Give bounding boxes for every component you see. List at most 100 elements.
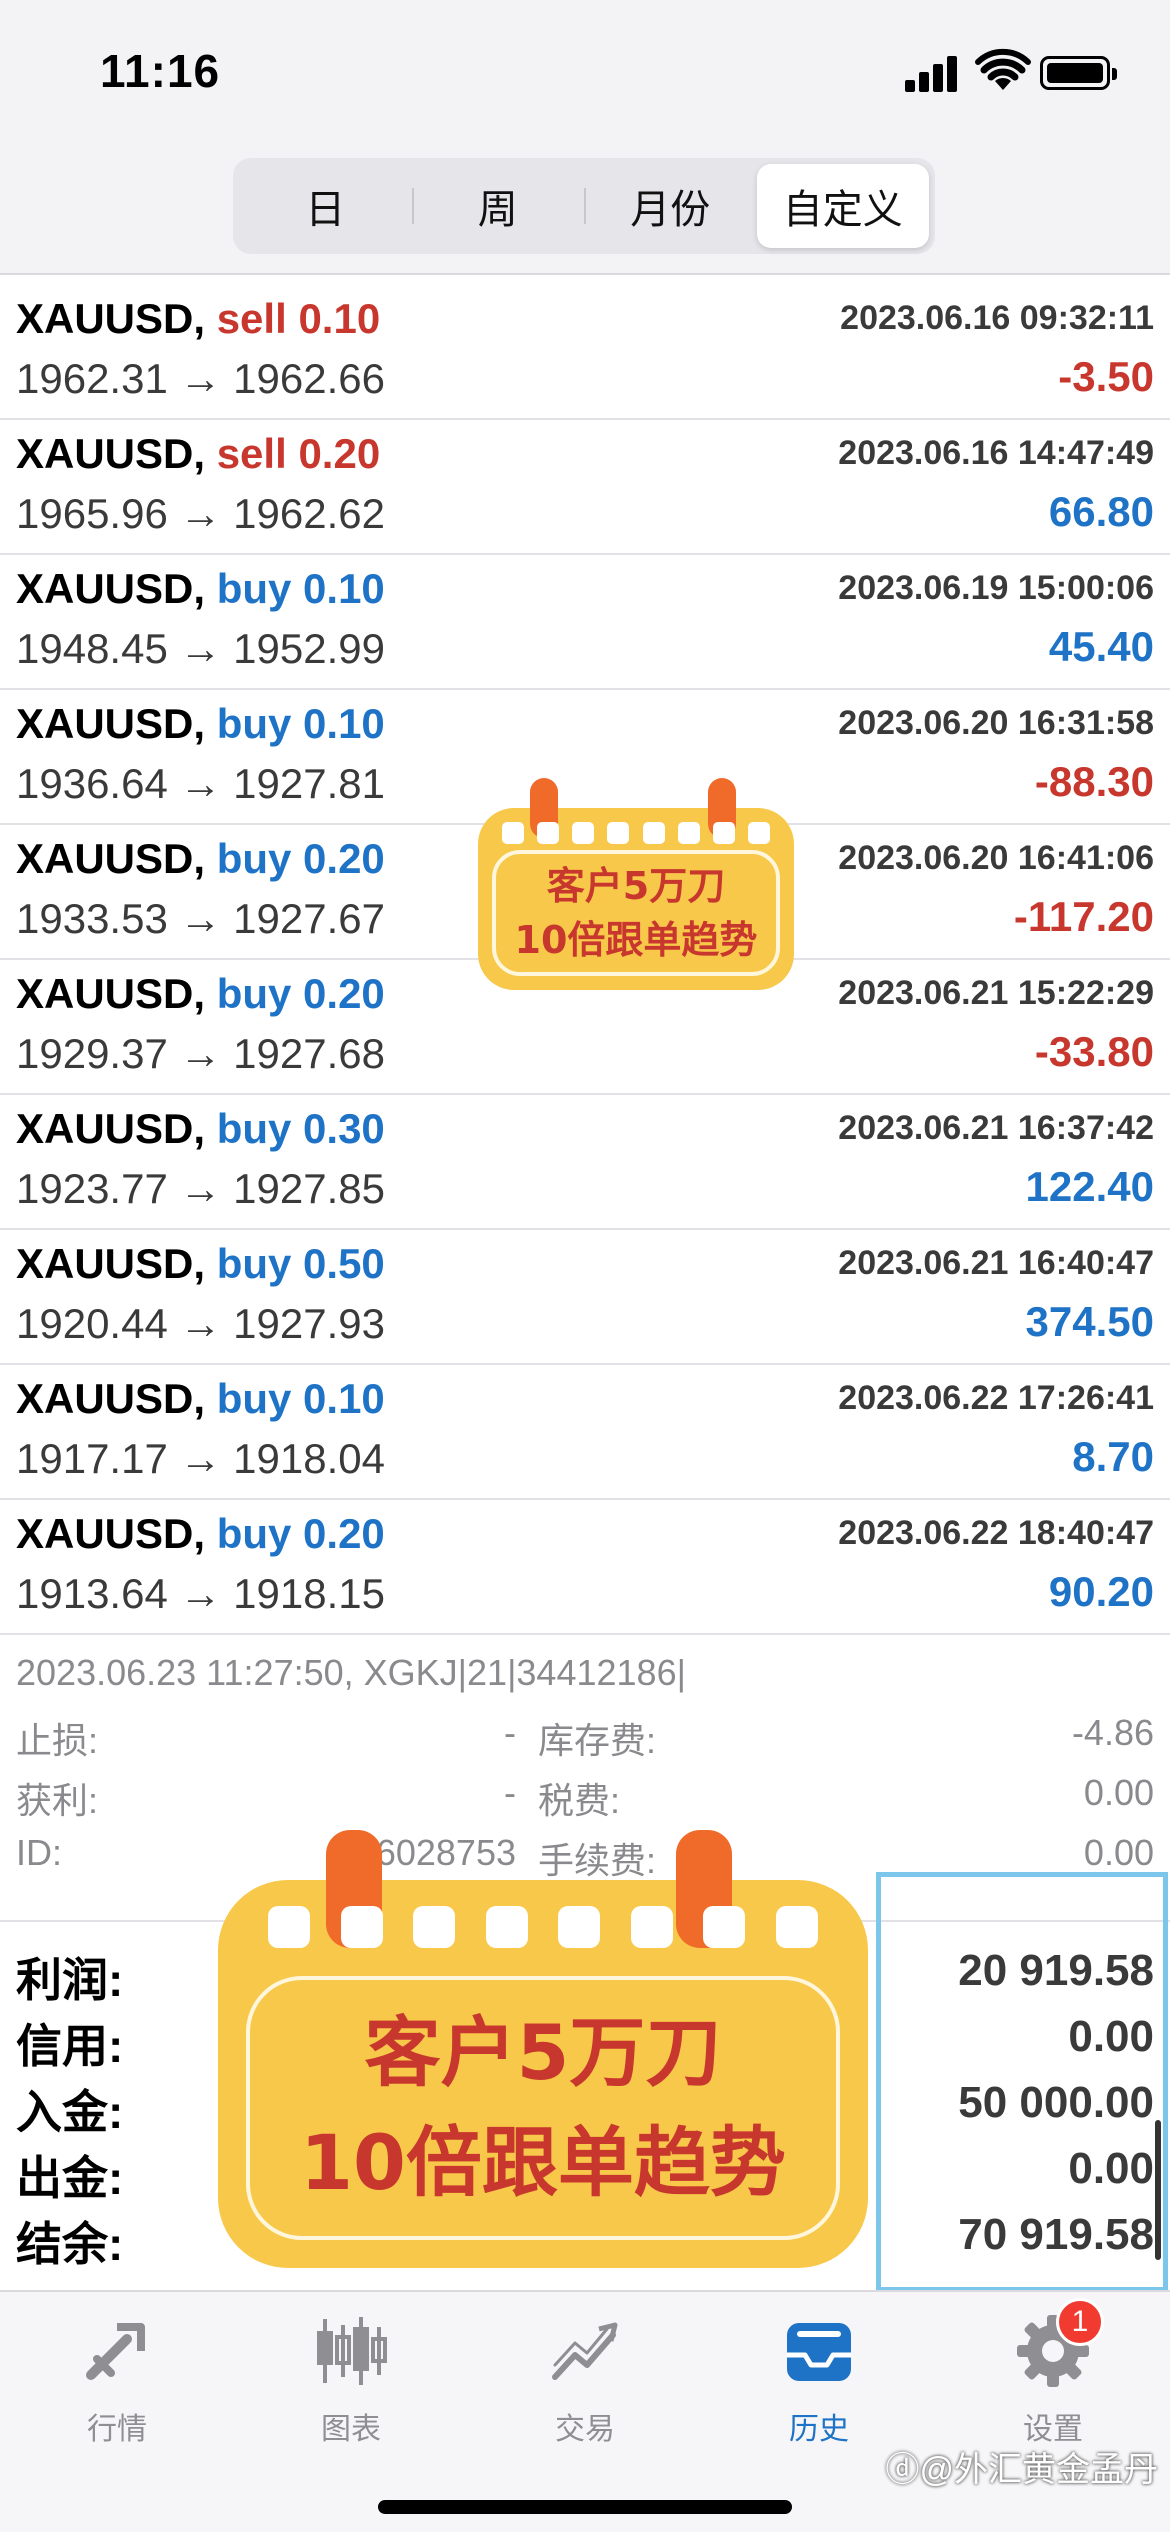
trade-arrow: → bbox=[179, 1030, 222, 1077]
take-profit-label: 获利: bbox=[16, 1780, 99, 1821]
trade-symbol: XAUUSD, bbox=[16, 835, 206, 882]
scrollbar[interactable] bbox=[1155, 2120, 1161, 2260]
sticker-line-2: 10倍跟单趋势 bbox=[300, 2118, 786, 2207]
trade-row[interactable]: XAUUSD, sell 0.20 1965.96 → 1962.62 2023.0… bbox=[0, 420, 1170, 555]
home-indicator[interactable] bbox=[378, 2500, 792, 2514]
trade-profit: 90.20 bbox=[1048, 1568, 1154, 1615]
trade-symbol: XAUUSD, bbox=[16, 1240, 206, 1287]
trade-open-price: 1920.44 bbox=[16, 1300, 168, 1347]
trade-side: buy bbox=[216, 1375, 292, 1422]
bottom-tab-bar: 行情 图表 交易 历史 1 设置 ⓓ@外汇黄金孟丹 bbox=[0, 2290, 1170, 2532]
stop-loss-label: 止损: bbox=[16, 1720, 99, 1761]
trade-close-price: 1918.15 bbox=[233, 1570, 385, 1617]
trade-profit: -3.50 bbox=[1058, 353, 1154, 400]
trade-datetime: 2023.06.21 16:40:47 bbox=[838, 1244, 1154, 1282]
trade-close-price: 1962.66 bbox=[233, 355, 385, 402]
trade-side: sell bbox=[216, 430, 287, 477]
tab-label: 历史 bbox=[789, 2413, 849, 2446]
trade-close-price: 1927.68 bbox=[233, 1030, 385, 1077]
trade-lots: 0.20 bbox=[298, 430, 381, 477]
commission-value: 0.00 bbox=[1083, 1832, 1154, 1873]
trade-prices: 1920.44 → 1927.93 bbox=[16, 1300, 385, 1348]
segment-month[interactable]: 月份 bbox=[584, 164, 757, 248]
swap-label: 库存费: bbox=[538, 1720, 657, 1761]
cellular-signal-icon bbox=[905, 52, 965, 92]
trade-prices: 1936.64 → 1927.81 bbox=[16, 760, 385, 808]
trade-symbol: XAUUSD, bbox=[16, 1375, 206, 1422]
period-segmented-control: 日 周 月份 自定义 bbox=[233, 158, 935, 254]
tab-trade[interactable]: 交易 bbox=[468, 2306, 702, 2466]
status-bar: 11:16 bbox=[0, 0, 1170, 150]
trade-lots: 0.20 bbox=[303, 1510, 385, 1557]
trade-row[interactable]: XAUUSD, buy 0.20 1913.64 → 1918.15 2023.06… bbox=[0, 1500, 1170, 1635]
trade-prices: 1965.96 → 1962.62 bbox=[16, 490, 385, 538]
trade-side: buy bbox=[216, 835, 292, 882]
trade-arrow: → bbox=[179, 895, 222, 942]
trade-lots: 0.50 bbox=[303, 1240, 385, 1287]
trade-datetime: 2023.06.21 15:22:29 bbox=[838, 974, 1154, 1012]
sticker-text-panel: 客户5万刀 10倍跟单趋势 bbox=[492, 850, 780, 976]
trade-open-price: 1923.77 bbox=[16, 1165, 168, 1212]
trade-open-price: 1929.37 bbox=[16, 1030, 168, 1077]
trade-lots: 0.10 bbox=[303, 1375, 385, 1422]
tab-chart[interactable]: 图表 bbox=[234, 2306, 468, 2466]
trade-symbol: XAUUSD, bbox=[16, 970, 206, 1017]
trade-symbol-line: XAUUSD, buy 0.20 bbox=[16, 970, 385, 1018]
stop-loss-value: - bbox=[504, 1712, 516, 1753]
trade-symbol: XAUUSD, bbox=[16, 1105, 206, 1152]
trade-arrow: → bbox=[179, 355, 222, 402]
settings-icon: 1 bbox=[1008, 2298, 1104, 2396]
take-profit-value: - bbox=[504, 1772, 516, 1813]
trade-row[interactable]: XAUUSD, buy 0.10 1917.17 → 1918.04 2023.06… bbox=[0, 1365, 1170, 1500]
trade-row[interactable]: XAUUSD, buy 0.10 1948.45 → 1952.99 2023.06… bbox=[0, 555, 1170, 690]
trade-lots: 0.10 bbox=[298, 295, 381, 342]
tab-quotes[interactable]: 行情 bbox=[0, 2306, 234, 2466]
segment-week[interactable]: 周 bbox=[411, 164, 585, 248]
trade-symbol: XAUUSD, bbox=[16, 295, 206, 342]
trade-profit: -33.80 bbox=[1034, 1028, 1154, 1075]
trade-arrow: → bbox=[179, 1165, 222, 1212]
sticker-line-2: 10倍跟单趋势 bbox=[514, 918, 758, 962]
trade-close-price: 1918.04 bbox=[233, 1435, 385, 1482]
trade-lots: 0.20 bbox=[303, 970, 385, 1017]
calendar-holes bbox=[268, 1906, 818, 1948]
trade-symbol-line: XAUUSD, buy 0.20 bbox=[16, 835, 385, 883]
trade-symbol: XAUUSD, bbox=[16, 565, 206, 612]
tax-label: 税费: bbox=[538, 1780, 621, 1821]
battery-icon bbox=[1040, 56, 1117, 90]
notification-badge: 1 bbox=[1056, 2298, 1104, 2346]
trade-row[interactable]: XAUUSD, sell 0.10 1962.31 → 1962.66 2023.0… bbox=[0, 285, 1170, 420]
trade-open-price: 1913.64 bbox=[16, 1570, 168, 1617]
trade-open-price: 1936.64 bbox=[16, 760, 168, 807]
trade-prices: 1923.77 → 1927.85 bbox=[16, 1165, 385, 1213]
trade-datetime: 2023.06.21 16:37:42 bbox=[838, 1109, 1154, 1147]
trade-row[interactable]: XAUUSD, buy 0.50 1920.44 → 1927.93 2023.06… bbox=[0, 1230, 1170, 1365]
trade-datetime: 2023.06.19 15:00:06 bbox=[838, 569, 1154, 607]
trade-row[interactable]: XAUUSD, buy 0.30 1923.77 → 1927.85 2023.06… bbox=[0, 1095, 1170, 1230]
trade-side: buy bbox=[216, 565, 292, 612]
trade-open-price: 1962.31 bbox=[16, 355, 168, 402]
trade-lots: 0.30 bbox=[303, 1105, 385, 1152]
segment-day[interactable]: 日 bbox=[239, 164, 412, 248]
trade-prices: 1948.45 → 1952.99 bbox=[16, 625, 385, 673]
trade-datetime: 2023.06.16 14:47:49 bbox=[838, 434, 1154, 472]
trade-close-price: 1927.67 bbox=[233, 895, 385, 942]
trade-profit: 45.40 bbox=[1048, 623, 1154, 670]
trade-lots: 0.20 bbox=[303, 835, 385, 882]
trade-close-price: 1927.93 bbox=[233, 1300, 385, 1347]
trade-arrow: → bbox=[179, 760, 222, 807]
trade-profit: -117.20 bbox=[1013, 893, 1154, 940]
segment-custom[interactable]: 自定义 bbox=[756, 164, 929, 248]
trade-datetime: 2023.06.22 18:40:47 bbox=[838, 1514, 1154, 1552]
trade-side: buy bbox=[216, 700, 292, 747]
trade-arrow: → bbox=[179, 1570, 222, 1617]
promo-sticker-small: 客户5万刀 10倍跟单趋势 bbox=[478, 778, 794, 990]
trade-detail: 2023.06.23 11:27:50, XGKJ|21|34412186| 止… bbox=[0, 1640, 1170, 1881]
quotes-icon bbox=[72, 2306, 162, 2396]
trade-side: buy bbox=[216, 1240, 292, 1287]
trade-profit: 374.50 bbox=[1025, 1298, 1154, 1345]
trade-row[interactable]: XAUUSD, buy 0.10 1936.64 → 1927.81 2023.06… bbox=[0, 690, 1170, 825]
trade-prices: 1933.53 → 1927.67 bbox=[16, 895, 385, 943]
swap-value: -4.86 bbox=[1071, 1712, 1154, 1753]
sticker-line-1: 客户5万刀 bbox=[546, 864, 726, 908]
